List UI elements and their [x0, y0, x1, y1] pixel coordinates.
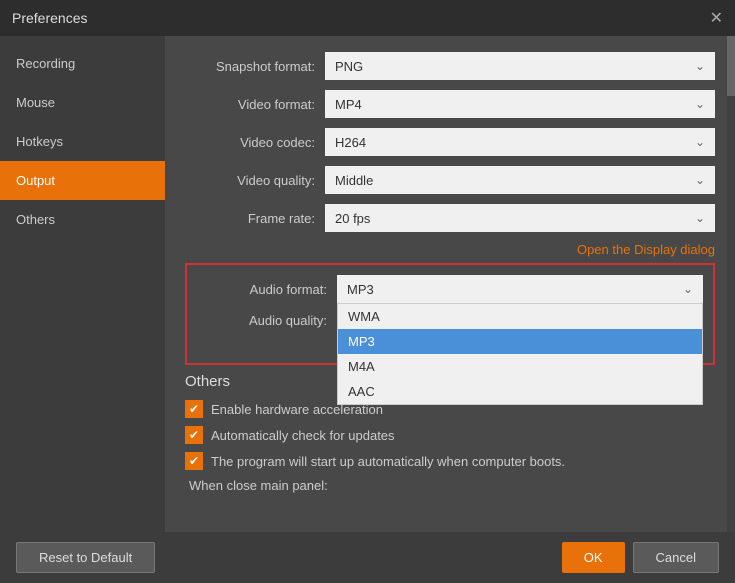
video-codec-label: Video codec:	[185, 135, 325, 150]
checkbox-row-1: ✔ Automatically check for updates	[185, 426, 715, 444]
main-panel: Snapshot format: PNG ⌄ Video format: MP4…	[165, 36, 735, 532]
video-format-label: Video format:	[185, 97, 325, 112]
audio-option-mp3[interactable]: MP3	[338, 329, 702, 354]
audio-format-dropdown[interactable]: MP3 ⌄ WMA MP3 M4A AAC	[337, 275, 703, 303]
audio-option-m4a[interactable]: M4A	[338, 354, 702, 379]
audio-format-arrow-icon: ⌄	[683, 282, 693, 296]
video-quality-label: Video quality:	[185, 173, 325, 188]
when-close-label: When close main panel:	[185, 478, 715, 493]
footer-right-buttons: OK Cancel	[562, 542, 719, 573]
video-codec-row: Video codec: H264 ⌄	[185, 128, 715, 156]
video-format-dropdown[interactable]: MP4 ⌄	[325, 90, 715, 118]
sidebar-item-mouse[interactable]: Mouse	[0, 83, 165, 122]
close-button[interactable]: ✕	[710, 8, 723, 28]
preferences-dialog: Preferences ✕ Recording Mouse Hotkeys Ou…	[0, 0, 735, 583]
dialog-title: Preferences	[12, 10, 87, 26]
scrollbar-thumb[interactable]	[727, 36, 735, 96]
video-quality-row: Video quality: Middle ⌄	[185, 166, 715, 194]
title-bar: Preferences ✕	[0, 0, 735, 36]
audio-option-wma[interactable]: WMA	[338, 304, 702, 329]
frame-rate-arrow-icon: ⌄	[695, 211, 705, 225]
content-area: Recording Mouse Hotkeys Output Others Sn…	[0, 36, 735, 532]
checkbox-label-1: Automatically check for updates	[211, 428, 395, 443]
checkmark-0-icon: ✔	[189, 402, 199, 416]
checkbox-label-2: The program will start up automatically …	[211, 454, 565, 469]
display-dialog-link[interactable]: Open the Display dialog	[185, 242, 715, 257]
checkmark-1-icon: ✔	[189, 428, 199, 442]
snapshot-format-label: Snapshot format:	[185, 59, 325, 74]
sidebar: Recording Mouse Hotkeys Output Others	[0, 36, 165, 532]
audio-format-label: Audio format:	[197, 282, 337, 297]
frame-rate-dropdown[interactable]: 20 fps ⌄	[325, 204, 715, 232]
video-format-arrow-icon: ⌄	[695, 97, 705, 111]
checkbox-1[interactable]: ✔	[185, 426, 203, 444]
ok-button[interactable]: OK	[562, 542, 625, 573]
checkbox-2[interactable]: ✔	[185, 452, 203, 470]
video-format-row: Video format: MP4 ⌄	[185, 90, 715, 118]
audio-quality-label: Audio quality:	[197, 313, 337, 328]
frame-rate-row: Frame rate: 20 fps ⌄	[185, 204, 715, 232]
audio-option-aac[interactable]: AAC	[338, 379, 702, 404]
audio-format-row: Audio format: MP3 ⌄ WMA MP3 M4A AAC	[197, 275, 703, 303]
sidebar-item-output[interactable]: Output	[0, 161, 165, 200]
checkmark-2-icon: ✔	[189, 454, 199, 468]
sidebar-item-others[interactable]: Others	[0, 200, 165, 239]
checkbox-row-2: ✔ The program will start up automaticall…	[185, 452, 715, 470]
checkbox-0[interactable]: ✔	[185, 400, 203, 418]
snapshot-format-arrow-icon: ⌄	[695, 59, 705, 73]
audio-format-dropdown-list: WMA MP3 M4A AAC	[337, 303, 703, 405]
snapshot-format-dropdown[interactable]: PNG ⌄	[325, 52, 715, 80]
cancel-button[interactable]: Cancel	[633, 542, 719, 573]
frame-rate-label: Frame rate:	[185, 211, 325, 226]
video-quality-dropdown[interactable]: Middle ⌄	[325, 166, 715, 194]
reset-button[interactable]: Reset to Default	[16, 542, 155, 573]
video-codec-arrow-icon: ⌄	[695, 135, 705, 149]
scrollbar-track[interactable]	[727, 36, 735, 532]
video-quality-arrow-icon: ⌄	[695, 173, 705, 187]
video-codec-dropdown[interactable]: H264 ⌄	[325, 128, 715, 156]
sidebar-item-recording[interactable]: Recording	[0, 44, 165, 83]
audio-section: Audio format: MP3 ⌄ WMA MP3 M4A AAC	[185, 263, 715, 365]
snapshot-format-row: Snapshot format: PNG ⌄	[185, 52, 715, 80]
sidebar-item-hotkeys[interactable]: Hotkeys	[0, 122, 165, 161]
footer: Reset to Default OK Cancel	[0, 532, 735, 583]
